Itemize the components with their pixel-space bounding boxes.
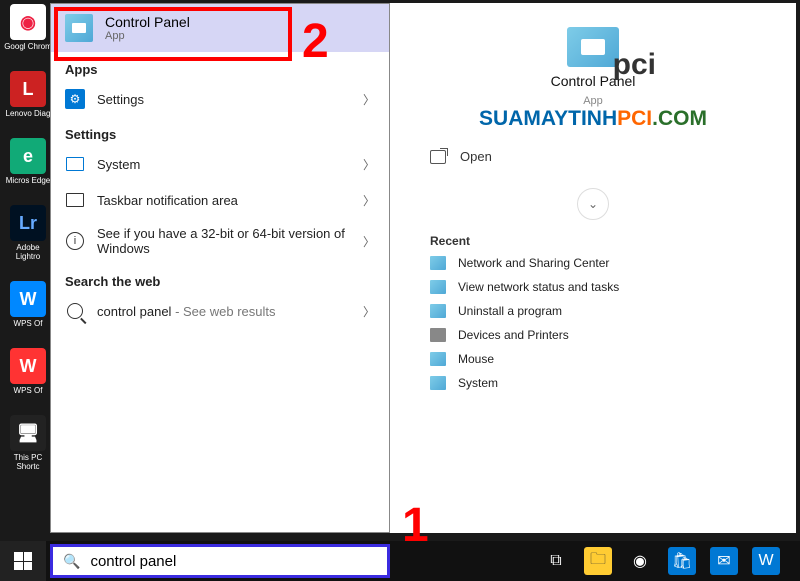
desktop-icon-label: Adobe Lightro <box>4 243 52 261</box>
recent-label: Network and Sharing Center <box>458 256 609 270</box>
recent-item[interactable]: Network and Sharing Center <box>430 256 756 270</box>
store-icon[interactable]: 🛍 <box>668 547 696 575</box>
chevron-right-icon: 〉 <box>363 233 375 250</box>
taskbar-search-box[interactable]: 🔍 <box>50 544 390 578</box>
control-panel-icon <box>567 27 619 67</box>
open-icon <box>430 150 446 164</box>
desktop-icon-label: This PC Shortc <box>4 453 52 471</box>
start-search-panel: Control Panel App Apps ⚙ Settings 〉 Sett… <box>50 3 390 533</box>
result-label: Settings <box>97 92 351 107</box>
recent-item[interactable]: Mouse <box>430 352 756 366</box>
taskbar: 🔍 ⧉ 🗀 ◉ 🛍 ✉ W <box>0 541 800 581</box>
result-label: See if you have a 32-bit or 64-bit versi… <box>97 226 351 256</box>
chevron-right-icon: 〉 <box>363 156 375 173</box>
file-explorer-icon[interactable]: 🗀 <box>584 547 612 575</box>
mail-icon[interactable]: ✉ <box>710 547 738 575</box>
cp-item-icon <box>430 352 446 366</box>
preview-subtitle: App <box>583 95 603 107</box>
recent-item[interactable]: System <box>430 376 756 390</box>
settings-icon: ⚙ <box>65 89 85 109</box>
desktop: ◉Googl Chrom LLenovo Diag eMicros Edge L… <box>0 0 800 581</box>
desktop-icon[interactable]: LLenovo Diag <box>4 71 52 118</box>
result-web-search[interactable]: control panel - See web results 〉 <box>51 293 389 329</box>
desktop-icon[interactable]: eMicros Edge <box>4 138 52 185</box>
result-label: control panel - See web results <box>97 304 351 319</box>
web-section-header: Search the web <box>51 264 389 293</box>
info-icon: i <box>65 231 85 251</box>
chevron-right-icon: 〉 <box>363 303 375 320</box>
web-suffix-text: - See web results <box>171 304 275 319</box>
recent-item[interactable]: Uninstall a program <box>430 304 756 318</box>
open-label: Open <box>460 149 492 164</box>
result-system[interactable]: System 〉 <box>51 146 389 182</box>
recent-label: System <box>458 376 498 390</box>
desktop-icon-label: Lenovo Diag <box>6 109 51 118</box>
desktop-icon[interactable]: ◉Googl Chrom <box>4 4 52 51</box>
watermark-logo: pci <box>613 48 656 82</box>
result-label: System <box>97 157 351 172</box>
result-taskbar-notification[interactable]: Taskbar notification area 〉 <box>51 182 389 218</box>
recent-list: Network and Sharing Center View network … <box>390 256 796 390</box>
preview-header: Control Panel App <box>390 3 796 113</box>
desktop-icon[interactable]: WWPS Of <box>4 281 52 328</box>
annotation-box-2 <box>54 7 292 61</box>
result-label: Taskbar notification area <box>97 193 351 208</box>
desktop-icon[interactable]: 🖥This PC Shortc <box>4 415 52 471</box>
recent-label: Devices and Printers <box>458 328 569 342</box>
taskbar-icon <box>65 190 85 210</box>
desktop-icon-label: WPS Of <box>14 386 43 395</box>
search-input[interactable] <box>90 553 377 570</box>
desktop-icon[interactable]: LrAdobe Lightro <box>4 205 52 261</box>
recent-header: Recent <box>390 230 796 256</box>
result-settings[interactable]: ⚙ Settings 〉 <box>51 81 389 117</box>
search-icon: 🔍 <box>63 553 80 570</box>
desktop-icons-column: ◉Googl Chrom LLenovo Diag eMicros Edge L… <box>4 4 52 471</box>
chevron-right-icon: 〉 <box>363 91 375 108</box>
recent-item[interactable]: View network status and tasks <box>430 280 756 294</box>
expand-button[interactable]: ⌄ <box>577 188 609 220</box>
chevron-right-icon: 〉 <box>363 192 375 209</box>
result-preview-panel: Control Panel App pci SUAMAYTINHPCI.COM … <box>390 3 796 533</box>
desktop-icon[interactable]: WWPS Of <box>4 348 52 395</box>
result-bitness[interactable]: i See if you have a 32-bit or 64-bit ver… <box>51 218 389 264</box>
search-icon <box>65 301 85 321</box>
wps-icon[interactable]: W <box>752 547 780 575</box>
desktop-icon-label: Googl Chrom <box>4 42 52 51</box>
taskbar-pinned-apps: ⧉ 🗀 ◉ 🛍 ✉ W <box>542 547 800 575</box>
watermark-text: SUAMAYTINHPCI.COM <box>479 107 707 131</box>
recent-label: View network status and tasks <box>458 280 619 294</box>
recent-label: Uninstall a program <box>458 304 562 318</box>
chrome-icon[interactable]: ◉ <box>626 547 654 575</box>
settings-section-header: Settings <box>51 117 389 146</box>
open-button[interactable]: Open <box>430 143 756 170</box>
desktop-icon-label: WPS Of <box>14 319 43 328</box>
recent-label: Mouse <box>458 352 494 366</box>
windows-logo-icon <box>14 552 32 570</box>
system-icon <box>65 154 85 174</box>
web-query-text: control panel <box>97 304 171 319</box>
recent-item[interactable]: Devices and Printers <box>430 328 756 342</box>
cp-item-icon <box>430 376 446 390</box>
cp-item-icon <box>430 280 446 294</box>
desktop-icon-label: Micros Edge <box>6 176 50 185</box>
task-view-icon[interactable]: ⧉ <box>542 547 570 575</box>
annotation-number-2: 2 <box>302 14 329 69</box>
cp-item-icon <box>430 256 446 270</box>
printer-icon <box>430 328 446 342</box>
cp-item-icon <box>430 304 446 318</box>
start-button[interactable] <box>0 541 46 581</box>
